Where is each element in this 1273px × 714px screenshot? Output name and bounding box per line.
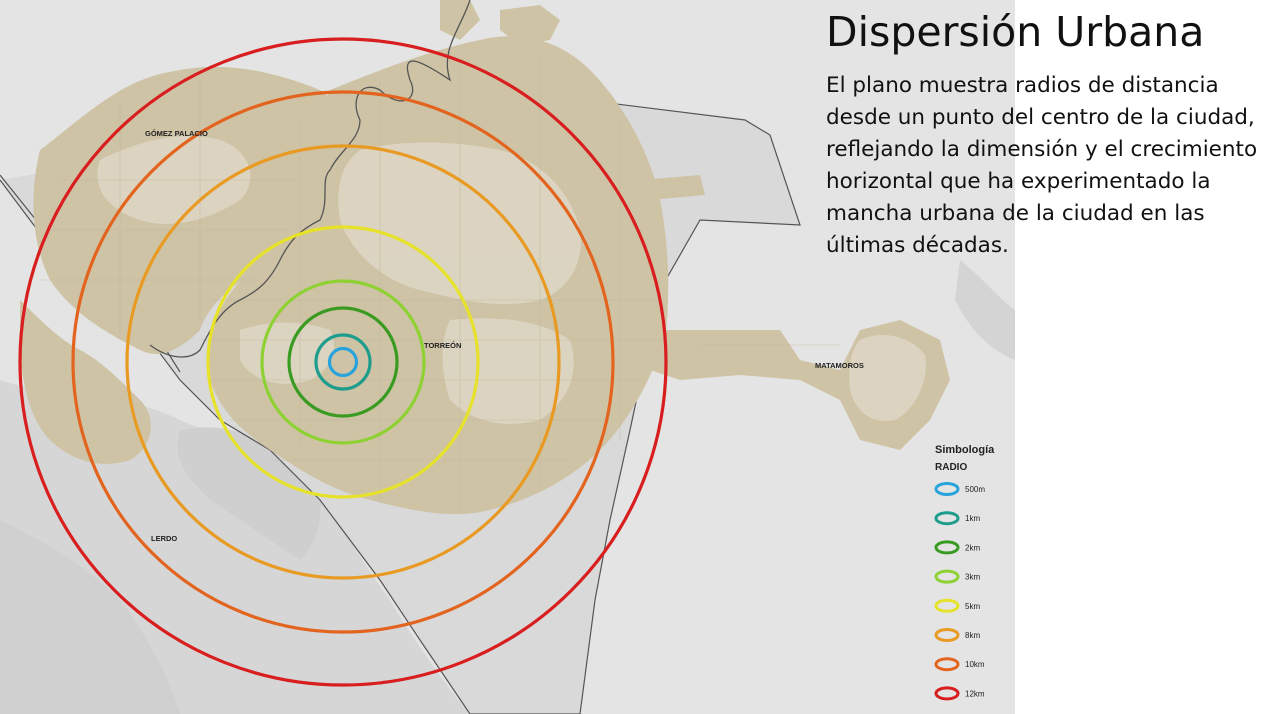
legend-label: 2km: [965, 543, 980, 552]
label-gomez-palacio: GÓMEZ PALACIO: [145, 129, 208, 138]
legend-label: 5km: [965, 602, 980, 611]
legend-label: 500m: [965, 485, 985, 494]
legend-label: 10km: [965, 660, 985, 669]
description-line: desde un punto del centro de la ciudad,: [826, 105, 1255, 130]
description-line: El plano muestra radios de distancia: [826, 73, 1219, 98]
legend-label: 8km: [965, 631, 980, 640]
label-torreon: TORREÓN: [424, 341, 461, 350]
label-lerdo: LERDO: [151, 534, 177, 543]
legend-label: 1km: [965, 514, 980, 523]
description-line: reflejando la dimensión y el crecimiento: [826, 137, 1258, 162]
legend-label: 12km: [965, 689, 985, 698]
legend-subtitle: RADIO: [935, 462, 967, 473]
legend-title: Simbología: [935, 444, 995, 456]
description: El plano muestra radios de distancia des…: [826, 70, 1271, 262]
page-title: Dispersión Urbana: [826, 8, 1205, 56]
label-matamoros: MATAMOROS: [815, 361, 864, 370]
description-line: mancha urbana de la ciudad en las: [826, 201, 1205, 226]
description-line: últimas décadas.: [826, 233, 1009, 258]
description-line: horizontal que ha experimentado la: [826, 169, 1211, 194]
legend-label: 3km: [965, 573, 980, 582]
